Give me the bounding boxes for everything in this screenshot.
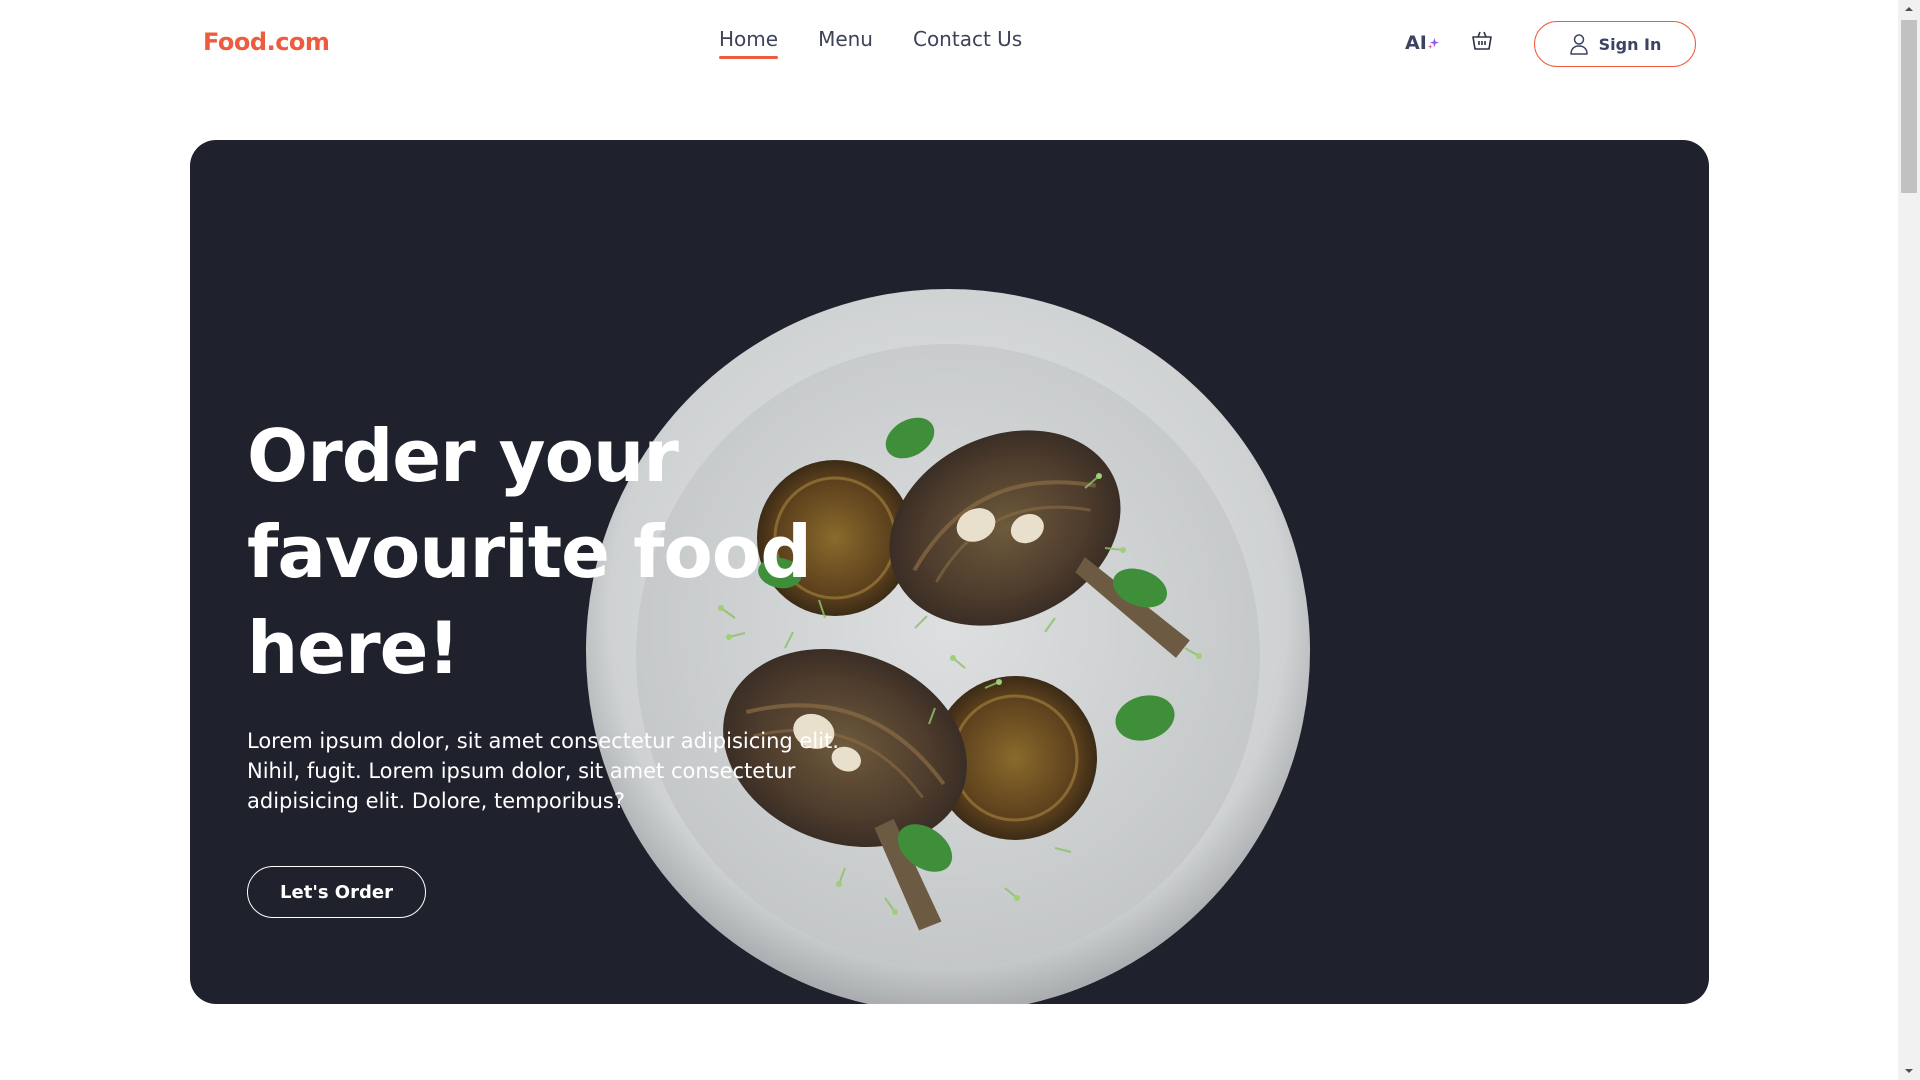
lets-order-button[interactable]: Let's Order	[247, 866, 426, 918]
page-scrollbar[interactable]	[1898, 0, 1920, 1080]
scroll-thumb[interactable]	[1901, 20, 1917, 193]
navbar: Food.com Home Menu Contact Us AI Sign In	[0, 0, 1898, 88]
nav-links: Home Menu Contact Us	[719, 27, 1022, 59]
logo[interactable]: Food.com	[203, 28, 330, 56]
nav-link-menu[interactable]: Menu	[818, 27, 873, 59]
sign-in-button[interactable]: Sign In	[1534, 21, 1696, 67]
hero-title: Order your favourite food here!	[247, 414, 812, 690]
hero-description: Lorem ipsum dolor, sit amet consectetur …	[247, 729, 839, 813]
sign-in-label: Sign In	[1598, 34, 1662, 54]
nav-link-home[interactable]: Home	[719, 27, 779, 59]
user-icon	[1569, 34, 1588, 55]
sparkle-icon	[1427, 38, 1439, 49]
ai-button[interactable]: AI	[1405, 32, 1439, 54]
hero-banner: Order your favourite food here! Lorem ip…	[190, 140, 1709, 1004]
nav-link-contact[interactable]: Contact Us	[913, 27, 1022, 59]
basket-icon	[1472, 31, 1492, 50]
ai-label: AI	[1405, 32, 1427, 54]
basket-button[interactable]	[1470, 29, 1494, 53]
scroll-up-icon[interactable]	[1904, 4, 1914, 14]
scroll-down-icon[interactable]	[1904, 1066, 1914, 1076]
